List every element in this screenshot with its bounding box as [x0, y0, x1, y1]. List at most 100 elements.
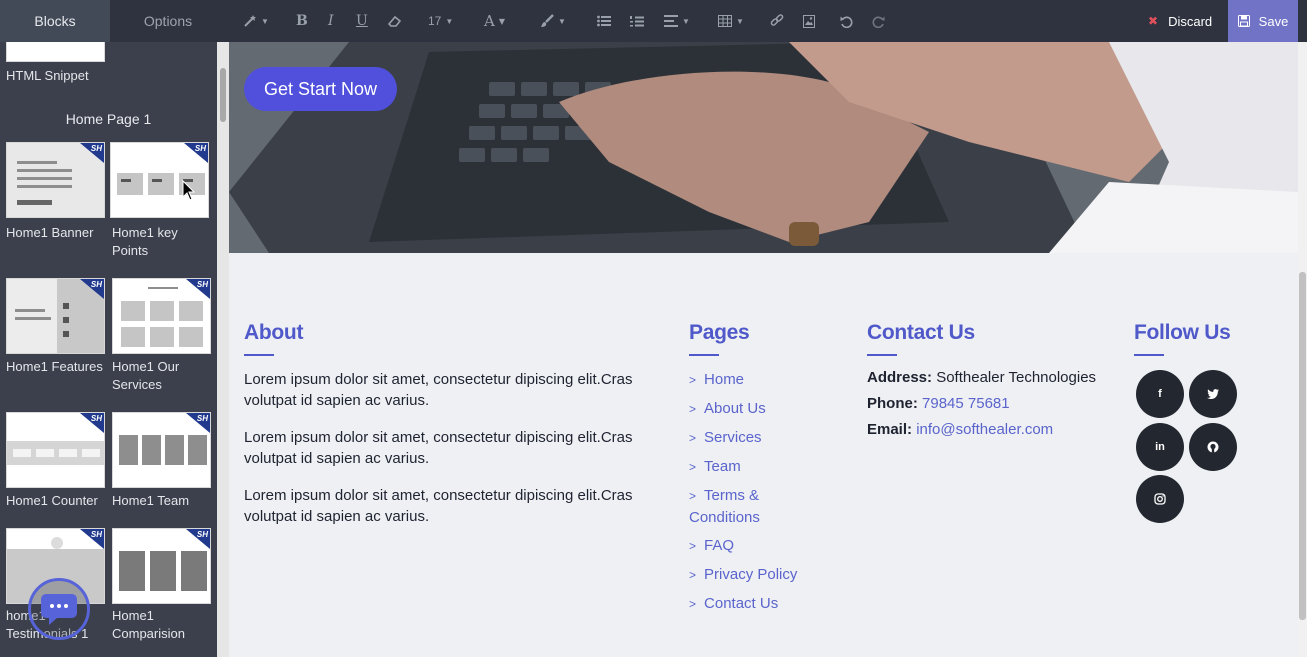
scrollbar-thumb[interactable]	[1299, 272, 1306, 620]
blocks-sidebar: HTML Snippet Home Page 1 SH Home1 Banner…	[0, 42, 217, 657]
italic-icon[interactable]: I	[328, 0, 334, 42]
floppy-disk-icon	[1237, 15, 1250, 27]
follow-heading: Follow Us	[1134, 321, 1231, 344]
canvas-scrollbar[interactable]	[1298, 42, 1307, 657]
font-size-select[interactable]: 17 ▼	[428, 0, 453, 42]
sidebar-scrollbar[interactable]	[217, 42, 229, 657]
chevron-down-icon: ▼	[558, 16, 566, 26]
chevron-down-icon: ▼	[261, 16, 269, 26]
footer-link-team[interactable]: > Team	[689, 456, 819, 478]
heading-underline	[1134, 354, 1164, 356]
home1-comparision-thumbnail[interactable]: SH	[112, 528, 211, 604]
instagram-icon[interactable]	[1136, 475, 1184, 523]
chat-button[interactable]	[28, 578, 90, 640]
block-label: Home1 Counter	[6, 493, 98, 508]
block-label: Home1 Comparision	[112, 608, 185, 641]
phone-link[interactable]: 79845 75681	[922, 395, 1010, 412]
chevron-right-icon: >	[689, 539, 697, 553]
pages-heading: Pages	[689, 321, 750, 344]
email-link[interactable]: info@softhealer.com	[916, 421, 1053, 438]
badge-icon: SH	[80, 529, 104, 549]
about-paragraph: Lorem ipsum dolor sit amet, consectetur …	[244, 429, 633, 467]
chevron-down-icon: ▼	[445, 16, 454, 26]
save-button[interactable]: Save	[1228, 0, 1298, 42]
badge-icon: SH	[80, 143, 104, 163]
block-label: Home1 Our Services	[112, 359, 180, 392]
chevron-down-icon: ▼	[682, 16, 690, 26]
badge-icon: SH	[186, 279, 210, 299]
paint-brush-icon[interactable]: ▼	[540, 0, 566, 42]
badge-icon: SH	[184, 143, 208, 163]
editor-toolbar: Blocks Options ▼ B I U 17 ▼ A ▼ ▼ ▼ ▼ ✖ …	[0, 0, 1307, 42]
redo-icon[interactable]	[872, 0, 885, 42]
bulleted-list-icon[interactable]	[597, 0, 611, 42]
close-icon: ✖	[1148, 14, 1159, 28]
numbered-list-icon[interactable]	[630, 0, 644, 42]
contact-heading: Contact Us	[867, 321, 975, 344]
footer-link-about-us[interactable]: > About Us	[689, 398, 819, 420]
block-label: Home1 key Points	[112, 225, 178, 258]
page-canvas: Get Start Now About Lorem ipsum dolor si…	[229, 42, 1298, 657]
twitter-icon[interactable]	[1189, 370, 1237, 418]
tab-options[interactable]: Options	[113, 0, 223, 42]
home1-banner-thumbnail[interactable]: SH	[6, 142, 105, 218]
badge-icon: SH	[80, 279, 104, 299]
footer-link-terms[interactable]: > Terms & Conditions	[689, 485, 789, 528]
block-label: Home1 Banner	[6, 225, 94, 240]
chevron-right-icon: >	[689, 431, 697, 445]
heading-underline	[244, 354, 274, 356]
heading-underline	[689, 354, 719, 356]
contact-phone: Phone: 79845 75681	[867, 395, 1010, 412]
about-paragraph: Lorem ipsum dolor sit amet, consectetur …	[244, 371, 633, 409]
contact-email: Email: info@softhealer.com	[867, 421, 1054, 438]
html-snippet-thumbnail[interactable]	[6, 42, 105, 62]
footer-link-home[interactable]: > Home	[689, 369, 819, 391]
tab-blocks[interactable]: Blocks	[0, 0, 110, 42]
discard-label: Discard	[1168, 13, 1213, 29]
hero-image: Get Start Now	[229, 42, 1298, 253]
about-paragraph: Lorem ipsum dolor sit amet, consectetur …	[244, 487, 633, 525]
chevron-right-icon: >	[689, 373, 697, 387]
block-label: Home1 Team	[112, 493, 190, 508]
image-icon[interactable]	[803, 0, 815, 42]
home1-features-thumbnail[interactable]: SH	[6, 278, 105, 354]
discard-button[interactable]: ✖ Discard	[1148, 0, 1212, 42]
footer-link-services[interactable]: > Services	[689, 427, 819, 449]
home1-our-services-thumbnail[interactable]: SH	[112, 278, 211, 354]
magic-wand-tool[interactable]: ▼	[243, 0, 269, 42]
save-label: Save	[1258, 13, 1289, 29]
font-color-icon[interactable]: A ▼	[484, 0, 505, 42]
table-icon[interactable]: ▼	[718, 0, 744, 42]
bold-icon[interactable]: B	[296, 0, 308, 42]
undo-icon[interactable]	[840, 0, 853, 42]
footer-link-privacy-policy[interactable]: > Privacy Policy	[689, 564, 819, 586]
home1-counter-thumbnail[interactable]: SH	[6, 412, 105, 488]
footer-link-contact-us[interactable]: > Contact Us	[689, 593, 819, 615]
align-icon[interactable]: ▼	[664, 0, 690, 42]
block-label: HTML Snippet	[6, 68, 89, 83]
github-icon[interactable]	[1189, 423, 1237, 471]
block-label: Home1 Features	[6, 359, 103, 374]
font-size-value: 17	[428, 14, 442, 28]
underline-icon[interactable]: U	[356, 0, 368, 42]
section-title: Home Page 1	[65, 111, 152, 127]
chevron-down-icon: ▼	[498, 16, 505, 26]
facebook-icon[interactable]: f	[1136, 370, 1184, 418]
link-icon[interactable]	[770, 0, 784, 42]
badge-icon: SH	[186, 413, 210, 433]
chevron-right-icon: >	[689, 597, 697, 611]
chat-bubble-icon	[41, 594, 77, 625]
scrollbar-thumb[interactable]	[220, 68, 226, 122]
contact-address: Address: Softhealer Technologies	[867, 369, 1097, 386]
about-heading: About	[244, 321, 304, 344]
home1-team-thumbnail[interactable]: SH	[112, 412, 211, 488]
mouse-cursor-icon	[182, 180, 196, 201]
chevron-right-icon: >	[689, 489, 697, 503]
chevron-right-icon: >	[689, 568, 697, 582]
footer-link-faq[interactable]: > FAQ	[689, 535, 819, 557]
linkedin-icon[interactable]: in	[1136, 423, 1184, 471]
get-started-button[interactable]: Get Start Now	[244, 67, 397, 111]
chevron-down-icon: ▼	[736, 16, 744, 26]
eraser-icon[interactable]	[388, 0, 402, 42]
badge-icon: SH	[80, 413, 104, 433]
